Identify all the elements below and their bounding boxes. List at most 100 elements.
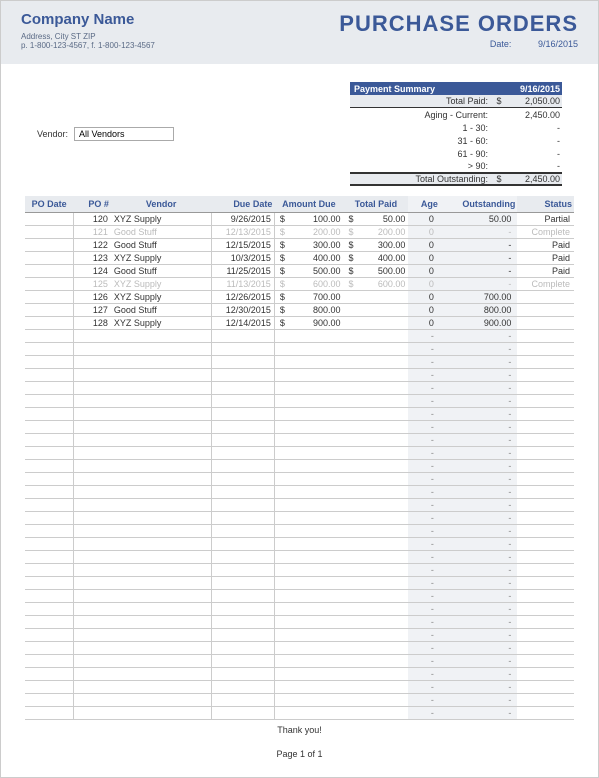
- company-phone: p. 1-800-123-4567, f. 1-800-123-4567: [21, 41, 155, 50]
- cell-due: 12/15/2015: [211, 239, 274, 252]
- table-row-empty: --: [25, 330, 574, 343]
- cell-vendor: Good Stuff: [111, 304, 212, 317]
- vendor-filter: Vendor:: [37, 82, 174, 186]
- po-table-body: 120XYZ Supply9/26/2015$100.00$50.00050.0…: [25, 213, 574, 720]
- page-title: PURCHASE ORDERS: [339, 11, 578, 37]
- cell-vendor: XYZ Supply: [111, 317, 212, 330]
- cell-age: 0: [408, 317, 439, 330]
- cell-podate: [25, 213, 73, 226]
- cell-status: [517, 304, 574, 317]
- summary-outstanding: Total Outstanding: $ 2,450.00: [350, 173, 562, 186]
- cell-status: Partial: [517, 213, 574, 226]
- table-row-empty: --: [25, 694, 574, 707]
- table-row: 120XYZ Supply9/26/2015$100.00$50.00050.0…: [25, 213, 574, 226]
- title-block: PURCHASE ORDERS Date: 9/16/2015: [339, 11, 578, 49]
- cell-vendor: XYZ Supply: [111, 252, 212, 265]
- th-vendor: Vendor: [111, 196, 212, 213]
- cell-podate: [25, 226, 73, 239]
- company-name: Company Name: [21, 11, 155, 28]
- table-row-empty: --: [25, 343, 574, 356]
- cell-status: [517, 291, 574, 304]
- cell-amount: $800.00: [274, 304, 343, 317]
- cell-podate: [25, 291, 73, 304]
- cell-vendor: Good Stuff: [111, 239, 212, 252]
- cell-outstanding: -: [440, 252, 518, 265]
- payment-summary: Payment Summary 9/16/2015 Total Paid: $ …: [350, 82, 562, 186]
- table-row-empty: --: [25, 512, 574, 525]
- cell-age: 0: [408, 226, 439, 239]
- cell-due: 12/26/2015: [211, 291, 274, 304]
- cell-age: 0: [408, 252, 439, 265]
- cell-outstanding: -: [440, 239, 518, 252]
- cell-podate: [25, 304, 73, 317]
- page-footer: Page 1 of 1: [1, 749, 598, 759]
- cell-podate: [25, 239, 73, 252]
- outstanding-val: 2,450.00: [506, 174, 562, 184]
- cell-due: 11/25/2015: [211, 265, 274, 278]
- table-row: 127Good Stuff12/30/2015$800.000800.00: [25, 304, 574, 317]
- summary-31-60: 31 - 60:-: [350, 134, 562, 147]
- th-age: Age: [408, 196, 439, 213]
- summary-total-paid: Total Paid: $ 2,050.00: [350, 95, 562, 108]
- cell-vendor: XYZ Supply: [111, 291, 212, 304]
- cell-ponum: 120: [73, 213, 111, 226]
- thanks-text: Thank you!: [1, 725, 598, 735]
- table-row-empty: --: [25, 590, 574, 603]
- table-row-empty: --: [25, 408, 574, 421]
- th-podate: PO Date: [25, 196, 73, 213]
- cell-outstanding: -: [440, 278, 518, 291]
- cell-due: 9/26/2015: [211, 213, 274, 226]
- cell-paid: $200.00: [343, 226, 408, 239]
- table-row-empty: --: [25, 551, 574, 564]
- cell-amount: $300.00: [274, 239, 343, 252]
- table-row: 126XYZ Supply12/26/2015$700.000700.00: [25, 291, 574, 304]
- table-row-empty: --: [25, 434, 574, 447]
- cell-vendor: Good Stuff: [111, 265, 212, 278]
- summary-header: Payment Summary 9/16/2015: [350, 82, 562, 95]
- cell-amount: $700.00: [274, 291, 343, 304]
- date-value: 9/16/2015: [538, 39, 578, 49]
- th-status: Status: [517, 196, 574, 213]
- cell-status: Complete: [517, 226, 574, 239]
- vendor-label: Vendor:: [37, 129, 68, 139]
- cell-paid: $400.00: [343, 252, 408, 265]
- table-row-empty: --: [25, 486, 574, 499]
- table-row-empty: --: [25, 616, 574, 629]
- table-row-empty: --: [25, 564, 574, 577]
- cell-amount: $400.00: [274, 252, 343, 265]
- th-amount: Amount Due: [274, 196, 343, 213]
- table-row-empty: --: [25, 473, 574, 486]
- table-row: 122Good Stuff12/15/2015$300.00$300.000-P…: [25, 239, 574, 252]
- cell-vendor: Good Stuff: [111, 226, 212, 239]
- cell-vendor: XYZ Supply: [111, 278, 212, 291]
- cell-status: Paid: [517, 252, 574, 265]
- summary-1-30: 1 - 30:-: [350, 121, 562, 134]
- cell-paid: $50.00: [343, 213, 408, 226]
- cell-due: 12/13/2015: [211, 226, 274, 239]
- cell-ponum: 123: [73, 252, 111, 265]
- table-row-empty: --: [25, 681, 574, 694]
- table-row: 123XYZ Supply10/3/2015$400.00$400.000-Pa…: [25, 252, 574, 265]
- cell-ponum: 124: [73, 265, 111, 278]
- table-row-empty: --: [25, 369, 574, 382]
- cell-ponum: 126: [73, 291, 111, 304]
- company-address: Address, City ST ZIP: [21, 32, 155, 41]
- cell-paid: [343, 317, 408, 330]
- th-ponum: PO #: [73, 196, 111, 213]
- company-block: Company Name Address, City ST ZIP p. 1-8…: [21, 11, 155, 50]
- date-label: Date:: [490, 39, 512, 49]
- table-header-row: PO Date PO # Vendor Due Date Amount Due …: [25, 196, 574, 213]
- table-row-empty: --: [25, 629, 574, 642]
- vendor-input[interactable]: [74, 127, 174, 141]
- cell-amount: $600.00: [274, 278, 343, 291]
- table-row-empty: --: [25, 421, 574, 434]
- outstanding-cur: $: [492, 174, 506, 184]
- cell-ponum: 121: [73, 226, 111, 239]
- outstanding-label: Total Outstanding:: [350, 174, 492, 184]
- aging-current-label: Aging - Current:: [350, 110, 492, 120]
- cell-outstanding: 50.00: [440, 213, 518, 226]
- cell-podate: [25, 317, 73, 330]
- cell-ponum: 127: [73, 304, 111, 317]
- summary-61-90: 61 - 90:-: [350, 147, 562, 160]
- table-row: 128XYZ Supply12/14/2015$900.000900.00: [25, 317, 574, 330]
